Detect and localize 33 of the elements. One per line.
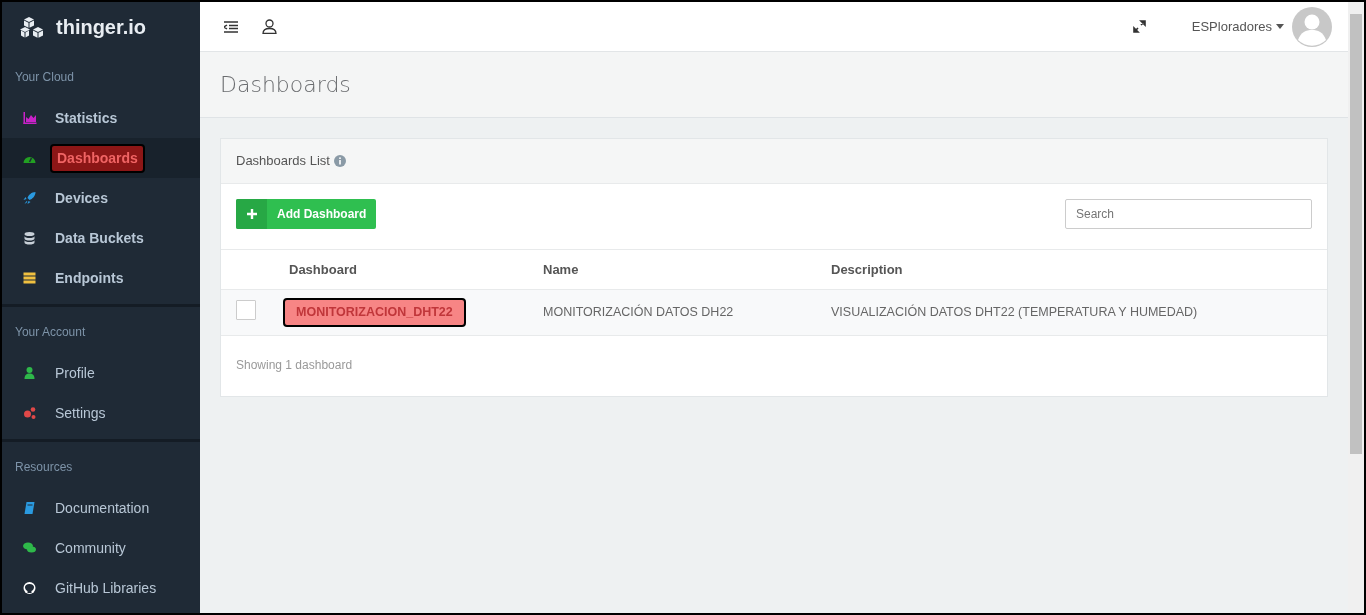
- column-header: Name: [543, 261, 579, 277]
- sidebar-item[interactable]: Profile: [2, 353, 200, 393]
- sidebar-item[interactable]: Documentation: [2, 488, 200, 528]
- column-header: Description: [831, 261, 903, 277]
- section-heading: Your Account: [15, 325, 86, 339]
- row-checkbox[interactable]: [236, 299, 256, 320]
- menu-icon[interactable]: [224, 20, 238, 33]
- sidebar-item[interactable]: Settings: [2, 393, 200, 433]
- table-footer-text: Showing 1 dashboard: [235, 356, 354, 374]
- sidebar-item[interactable]: Community: [2, 528, 200, 568]
- page-title: Dashboards: [220, 71, 351, 99]
- avatar-icon[interactable]: [1292, 6, 1332, 47]
- logo-icon: [20, 16, 46, 38]
- sidebar-item[interactable]: Endpoints: [2, 258, 200, 298]
- sidebar-item[interactable]: GitHub Libraries: [2, 568, 200, 608]
- sidebar-item[interactable]: Statistics: [2, 98, 200, 138]
- brand-name[interactable]: thinger.io: [56, 12, 146, 42]
- table-cell: MONITORIZACIÓN DATOS DH22: [543, 305, 734, 319]
- section-heading: Resources: [15, 460, 73, 474]
- expand-icon[interactable]: [1132, 20, 1146, 33]
- user-icon[interactable]: [262, 19, 277, 34]
- plus-icon: [246, 208, 257, 219]
- user-menu[interactable]: ESPloradores: [1191, 16, 1284, 37]
- card-title: Dashboards List: [236, 152, 330, 170]
- info-icon[interactable]: [333, 154, 346, 167]
- search-field[interactable]: Search: [1065, 198, 1312, 229]
- sidebar-item[interactable]: Devices: [2, 178, 200, 218]
- scrollbar-thumb[interactable]: [1350, 14, 1362, 454]
- caret-icon: [1276, 24, 1284, 29]
- table-cell: VISUALIZACIÓN DATOS DHT22 (TEMPERATURA Y HUMEDAD): [831, 305, 1198, 319]
- sidebar-item[interactable]: Data Buckets: [2, 218, 200, 258]
- section-heading: Your Cloud: [15, 70, 74, 84]
- column-header: Dashboard: [289, 261, 357, 277]
